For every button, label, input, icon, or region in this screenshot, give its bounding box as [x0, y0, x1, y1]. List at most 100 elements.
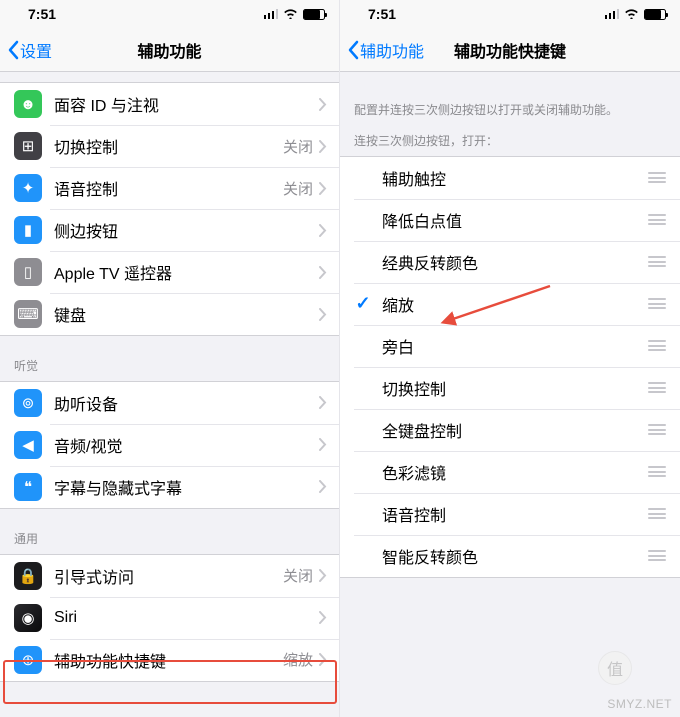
chevron-right-icon	[319, 182, 327, 195]
row-label: 字幕与隐藏式字幕	[54, 475, 319, 499]
shortcut-option[interactable]: 经典反转颜色	[340, 241, 680, 283]
option-label: 色彩滤镜	[382, 460, 648, 484]
option-label: 降低白点值	[382, 208, 648, 232]
shortcut-icon: ⊕	[14, 646, 42, 674]
option-label: 辅助触控	[382, 166, 648, 190]
shortcut-option[interactable]: ✓ 缩放	[340, 283, 680, 325]
settings-row[interactable]: ⊞ 切换控制关闭	[0, 125, 339, 167]
signal-icon	[605, 9, 620, 19]
shortcut-option[interactable]: 旁白	[340, 325, 680, 367]
chevron-right-icon	[319, 611, 327, 624]
shortcut-option[interactable]: 语音控制	[340, 493, 680, 535]
row-label: Apple TV 遥控器	[54, 260, 319, 284]
siri-icon: ◉	[14, 604, 42, 632]
chevron-right-icon	[319, 266, 327, 279]
watermark-text: SMYZ.NET	[607, 697, 672, 711]
settings-row[interactable]: ⊚ 助听设备	[0, 382, 339, 424]
settings-row[interactable]: ▮ 侧边按钮	[0, 209, 339, 251]
reorder-handle-icon[interactable]	[648, 172, 666, 183]
shortcut-option[interactable]: 切换控制	[340, 367, 680, 409]
settings-row[interactable]: ◉Siri	[0, 597, 339, 639]
hearing-icon: ⊚	[14, 389, 42, 417]
shortcut-option[interactable]: 全键盘控制	[340, 409, 680, 451]
option-label: 语音控制	[382, 502, 648, 526]
reorder-handle-icon[interactable]	[648, 214, 666, 225]
shortcut-option[interactable]: 降低白点值	[340, 199, 680, 241]
chevron-right-icon	[319, 308, 327, 321]
subtitles-icon: ❝	[14, 473, 42, 501]
settings-row[interactable]: 🔒 引导式访问关闭	[0, 555, 339, 597]
settings-row[interactable]: ◀ 音频/视觉	[0, 424, 339, 466]
row-label: 切换控制	[54, 134, 283, 158]
option-label: 经典反转颜色	[382, 250, 648, 274]
row-value: 关闭	[283, 178, 313, 199]
shortcut-option[interactable]: 辅助触控	[340, 157, 680, 199]
row-label: 引导式访问	[54, 564, 283, 588]
back-label: 设置	[20, 38, 52, 62]
status-bar: 7:51	[0, 0, 339, 28]
row-label: 助听设备	[54, 391, 319, 415]
back-button[interactable]: 设置	[0, 38, 52, 62]
checkmark-icon: ✓	[350, 293, 376, 314]
row-label: 侧边按钮	[54, 218, 319, 242]
back-label: 辅助功能	[360, 38, 424, 62]
chevron-right-icon	[319, 653, 327, 666]
appletv-remote-icon: ▯	[14, 258, 42, 286]
status-bar: 7:51	[340, 0, 680, 28]
nav-bar: 设置 辅助功能	[0, 28, 339, 72]
row-value: 关闭	[283, 565, 313, 586]
row-value: 关闭	[283, 136, 313, 157]
audio-visual-icon: ◀	[14, 431, 42, 459]
reorder-handle-icon[interactable]	[648, 298, 666, 309]
keyboard-icon: ⌨	[14, 300, 42, 328]
battery-icon	[644, 9, 666, 20]
reorder-handle-icon[interactable]	[648, 550, 666, 561]
status-time: 7:51	[368, 6, 396, 22]
voice-control-icon: ✦	[14, 174, 42, 202]
phone-right: 7:51 辅助功能 辅助功能快捷键 配置并连按三次侧边按钮以打开或关闭辅助功能。…	[340, 0, 680, 717]
settings-row[interactable]: ☻ 面容 ID 与注视	[0, 83, 339, 125]
option-label: 缩放	[382, 292, 648, 316]
chevron-right-icon	[319, 438, 327, 451]
wifi-icon	[624, 7, 639, 22]
intro-text: 配置并连按三次侧边按钮以打开或关闭辅助功能。	[340, 72, 680, 125]
reorder-handle-icon[interactable]	[648, 508, 666, 519]
row-label: 面容 ID 与注视	[54, 92, 319, 116]
shortcut-option[interactable]: 智能反转颜色	[340, 535, 680, 577]
option-label: 切换控制	[382, 376, 648, 400]
settings-row[interactable]: ▯ Apple TV 遥控器	[0, 251, 339, 293]
settings-row[interactable]: ⌨键盘	[0, 293, 339, 335]
reorder-handle-icon[interactable]	[648, 382, 666, 393]
chevron-right-icon	[319, 396, 327, 409]
row-label: 语音控制	[54, 176, 283, 200]
battery-icon	[303, 9, 325, 20]
guided-access-icon: 🔒	[14, 562, 42, 590]
settings-row[interactable]: ❝ 字幕与隐藏式字幕	[0, 466, 339, 508]
chevron-right-icon	[319, 98, 327, 111]
row-label: 辅助功能快捷键	[54, 648, 283, 672]
shortcut-option[interactable]: 色彩滤镜	[340, 451, 680, 493]
switch-control-icon: ⊞	[14, 132, 42, 160]
signal-icon	[264, 9, 279, 19]
section-header: 通用	[0, 509, 339, 554]
reorder-handle-icon[interactable]	[648, 466, 666, 477]
reorder-handle-icon[interactable]	[648, 256, 666, 267]
settings-row[interactable]: ⊕ 辅助功能快捷键缩放	[0, 639, 339, 681]
phone-left: 7:51 设置 辅助功能 ☻面容 ID 与注视⊞切换控制关闭✦语音控制关闭▮侧边…	[0, 0, 340, 717]
chevron-right-icon	[319, 480, 327, 493]
settings-row[interactable]: ✦ 语音控制关闭	[0, 167, 339, 209]
back-button[interactable]: 辅助功能	[340, 38, 424, 62]
wifi-icon	[283, 7, 298, 22]
face-id-icon: ☻	[14, 90, 42, 118]
option-label: 全键盘控制	[382, 418, 648, 442]
reorder-handle-icon[interactable]	[648, 424, 666, 435]
reorder-handle-icon[interactable]	[648, 340, 666, 351]
option-label: 智能反转颜色	[382, 544, 648, 568]
section-header: 连按三次侧边按钮，打开：	[340, 125, 680, 156]
row-value: 缩放	[283, 649, 313, 670]
row-label: 音频/视觉	[54, 433, 319, 457]
option-label: 旁白	[382, 334, 648, 358]
watermark-badge: 值	[598, 651, 632, 685]
side-button-icon: ▮	[14, 216, 42, 244]
status-time: 7:51	[28, 6, 56, 22]
